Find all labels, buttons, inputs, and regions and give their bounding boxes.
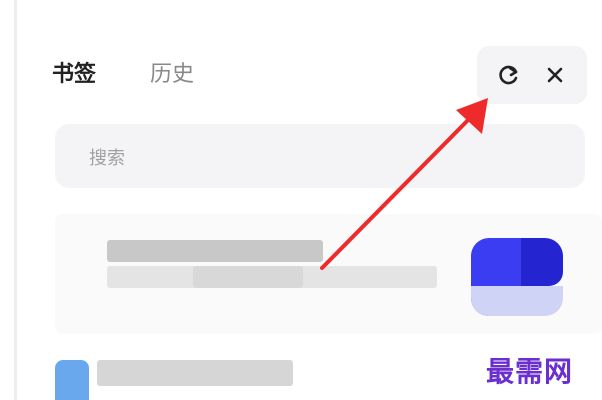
bookmark-url-blurred-segment	[193, 266, 303, 288]
tab-bookmarks[interactable]: 书签	[52, 60, 96, 90]
bookmark-item[interactable]	[55, 214, 602, 334]
sync-button[interactable]	[489, 56, 529, 94]
panel-toolbar	[477, 46, 587, 104]
favicon-part	[521, 238, 563, 286]
site-favicon-icon	[471, 238, 563, 316]
close-button[interactable]	[535, 56, 575, 94]
close-icon	[547, 67, 563, 83]
favicon-part	[471, 286, 563, 316]
bookmark-title-blurred	[97, 360, 293, 386]
search-input[interactable]	[87, 142, 561, 174]
tab-history[interactable]: 历史	[150, 60, 194, 90]
site-favicon-icon	[55, 360, 89, 400]
search-box	[55, 124, 585, 188]
bookmarks-panel: 书签 历史	[17, 0, 602, 400]
bookmark-title-blurred	[107, 240, 323, 262]
sync-icon	[499, 65, 518, 85]
watermark-text: 最需网	[486, 355, 574, 388]
